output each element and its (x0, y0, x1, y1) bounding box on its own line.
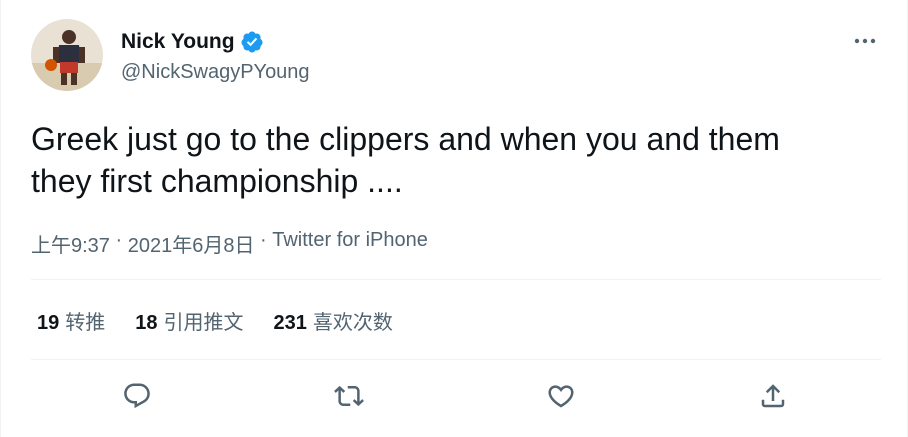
divider (31, 279, 881, 280)
author-name[interactable]: Nick Young (121, 30, 235, 54)
author-handle[interactable]: @NickSwagyPYoung (121, 61, 310, 84)
quotes-stat[interactable]: 18 引用推文 (135, 306, 243, 335)
quotes-count: 18 (135, 312, 158, 334)
tweet-text-line: they first championship .... (31, 163, 403, 199)
author-name-row: Nick Young (121, 30, 264, 54)
verified-badge-icon (240, 30, 264, 54)
tweet-meta: 上午9:37 · 2021年6月8日 · Twitter for iPhone (31, 229, 428, 258)
tweet-time[interactable]: 上午9:37 (31, 229, 110, 258)
quotes-label: 引用推文 (163, 312, 244, 334)
meta-separator: · (254, 229, 273, 251)
retweets-stat[interactable]: 19 转推 (37, 306, 105, 335)
avatar-image (31, 19, 103, 91)
share-icon[interactable] (754, 377, 792, 415)
retweet-icon[interactable] (330, 377, 368, 415)
tweet-source[interactable]: Twitter for iPhone (272, 229, 428, 258)
likes-stat[interactable]: 231 喜欢次数 (274, 306, 393, 335)
tweet-stats: 19 转推 18 引用推文 231 喜欢次数 (37, 306, 393, 335)
tweet-date[interactable]: 2021年6月8日 (128, 229, 255, 258)
retweets-count: 19 (37, 312, 60, 334)
meta-separator: · (109, 229, 128, 251)
reply-icon[interactable] (118, 377, 156, 415)
tweet-card: Nick Young @NickSwagyPYoung Greek just g… (0, 0, 908, 437)
tweet-text: Greek just go to the clippers and when y… (31, 118, 881, 202)
tweet-text-line: Greek just go to the clippers and when y… (31, 121, 780, 157)
likes-label: 喜欢次数 (312, 312, 393, 334)
author-avatar[interactable] (31, 19, 103, 91)
more-options-icon[interactable] (849, 26, 881, 56)
retweets-label: 转推 (65, 312, 106, 334)
divider (31, 359, 881, 360)
likes-count: 231 (273, 312, 307, 334)
like-icon[interactable] (542, 377, 580, 415)
